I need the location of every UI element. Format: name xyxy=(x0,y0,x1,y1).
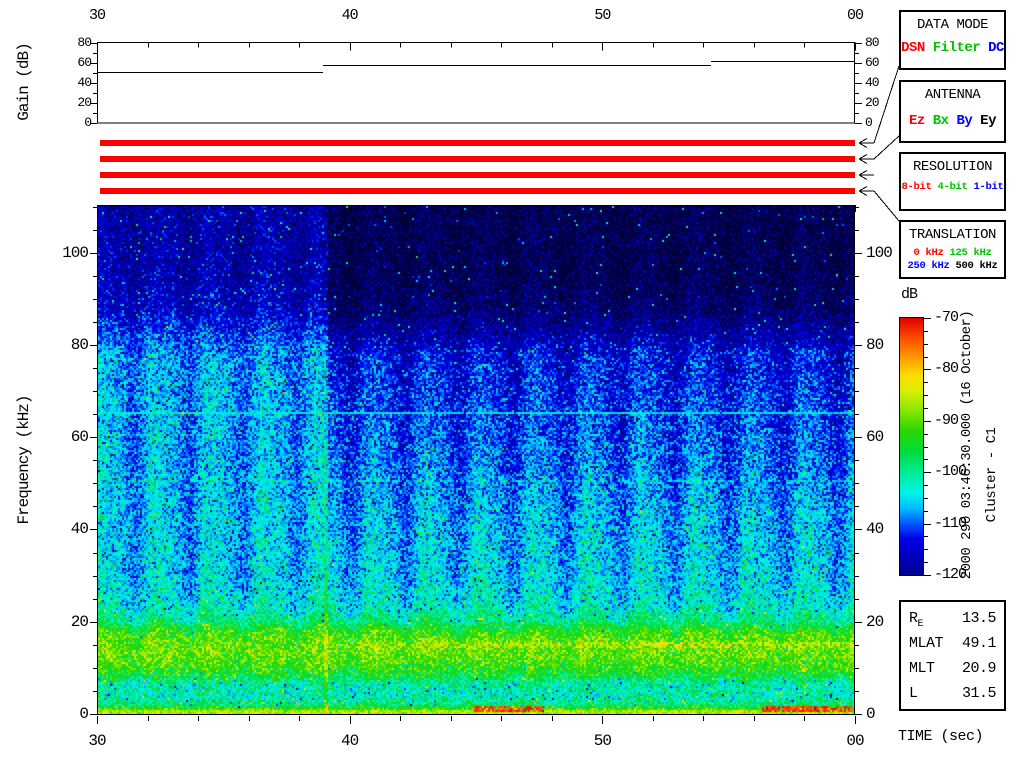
legend-item-by: By xyxy=(956,113,973,129)
translation-items-row1: 0 kHz 125 kHz xyxy=(901,247,1004,259)
data-mode-title: DATA MODE xyxy=(916,17,989,33)
gain-ytick-label-right: 40 xyxy=(865,74,880,90)
time-axis-title: TIME (sec) xyxy=(898,728,984,745)
spec-xtick-label: 40 xyxy=(341,732,359,750)
legend-item-ez: Ez xyxy=(909,113,925,129)
legend-item-4-bit: 4-bit xyxy=(937,181,968,193)
gain-ytick-label-right: 0 xyxy=(865,115,873,130)
gain-ytick-label-right: 60 xyxy=(865,54,880,70)
spec-ytick-label-right: 100 xyxy=(866,244,893,263)
legend-item-1-bit: 1-bit xyxy=(973,181,1004,193)
info-row-r: RE 13.5 xyxy=(909,610,997,630)
legend-item-125-khz: 125 kHz xyxy=(949,247,992,259)
gain-xtick-label: 40 xyxy=(341,7,359,24)
spacecraft-annotation: Cluster - C1 xyxy=(984,427,1000,523)
spec-ytick-label: 80 xyxy=(70,336,89,355)
status-bar-data-mode xyxy=(100,140,855,146)
colorbar-tick-label: -100 xyxy=(934,463,967,481)
info-row-mlat: MLAT 49.1 xyxy=(909,635,997,652)
antenna-title: ANTENNA xyxy=(924,87,981,103)
colorbar-tick-label: -90 xyxy=(934,411,959,429)
arrowhead-icon xyxy=(858,138,868,144)
datetime-annotation: 2000 290 03:46:30.000 (16 October) xyxy=(959,310,975,580)
info-row-l: L 31.5 xyxy=(909,685,997,702)
data-mode-box: DATA MODE DSN Filter DC xyxy=(899,10,1006,70)
resolution-items: 8-bit 4-bit 1-bit xyxy=(901,181,1004,193)
gain-xtick-label: 50 xyxy=(594,7,611,24)
antenna-box: ANTENNA Ez Bx By Ey xyxy=(899,80,1006,143)
orbit-info-box: RE 13.5 MLAT 49.1 MLT 20.9 L 31.5 xyxy=(899,600,1006,711)
legend-item-dsn: DSN xyxy=(901,40,925,56)
legend-item-filter: Filter xyxy=(932,40,981,56)
data-mode-items: DSN Filter DC xyxy=(901,40,1004,56)
translation-box: TRANSLATION 0 kHz 125 kHz 250 kHz 500 kH… xyxy=(899,220,1006,279)
spec-xtick-label: 00 xyxy=(846,732,864,750)
gain-xtick-label: 00 xyxy=(846,7,864,24)
legend-item-0-khz: 0 kHz xyxy=(913,247,944,259)
arrowhead-icon xyxy=(858,174,868,180)
gain-xtick-label: 30 xyxy=(88,7,106,24)
translation-title: TRANSLATION xyxy=(909,227,996,243)
colorbar-tick-label: -110 xyxy=(934,514,967,532)
gain-ytick-label: 80 xyxy=(77,34,92,50)
antenna-items: Ez Bx By Ey xyxy=(901,113,1004,129)
status-bar-resolution xyxy=(100,172,855,178)
legend-item-8-bit: 8-bit xyxy=(901,181,932,193)
spec-ytick-label-right: 60 xyxy=(866,428,884,447)
legend-item-500-khz: 500 kHz xyxy=(955,260,998,272)
spec-xtick-label: 30 xyxy=(88,732,106,750)
colorbar-tick-label: -80 xyxy=(934,360,959,378)
spec-ytick-label-right: 80 xyxy=(866,336,884,355)
gain-ytick-label: 20 xyxy=(77,94,92,110)
arrowhead-icon xyxy=(858,154,868,160)
arrowhead-icon xyxy=(858,142,868,148)
spec-ytick-label-right: 0 xyxy=(866,704,876,723)
gain-ytick-label: 60 xyxy=(77,54,92,70)
spectrogram-canvas xyxy=(98,206,854,714)
colorbar-canvas xyxy=(900,318,923,575)
arrowhead-icon xyxy=(858,190,868,196)
translation-items-row2: 250 kHz 500 kHz xyxy=(901,260,1004,272)
legend-item-250-khz: 250 kHz xyxy=(907,260,950,272)
spec-xtick-label: 50 xyxy=(593,732,612,750)
arrowhead-icon xyxy=(858,186,868,192)
info-row-mlt: MLT 20.9 xyxy=(909,660,997,677)
colorbar-tick-label: -120 xyxy=(934,566,967,583)
spectrogram-frame xyxy=(97,205,855,715)
status-bar-translation xyxy=(100,188,855,194)
connector-line-translation xyxy=(873,190,900,222)
gain-ytick-label: 40 xyxy=(77,74,92,90)
legend-item-ey: Ey xyxy=(980,113,996,129)
gain-ytick-label-right: 20 xyxy=(865,94,880,110)
spec-ytick-label: 60 xyxy=(70,428,89,447)
gain-ytick-label: 0 xyxy=(84,115,92,130)
gain-plot-border xyxy=(97,42,855,124)
frequency-axis-title: Frequency (kHz) xyxy=(15,395,33,525)
colorbar-title: dB xyxy=(901,286,918,303)
spec-ytick-label-right: 40 xyxy=(866,520,884,539)
wbd-plot-page: Gain (dB) Frequency (kHz) 2000 290 03:46… xyxy=(0,0,1024,768)
spec-ytick-label: 40 xyxy=(70,520,89,539)
legend-item-dc: DC xyxy=(988,40,1004,56)
resolution-box: RESOLUTION 8-bit 4-bit 1-bit xyxy=(899,152,1006,211)
spec-ytick-label: 20 xyxy=(70,612,89,631)
legend-item-bx: Bx xyxy=(932,113,949,129)
spec-ytick-label-right: 20 xyxy=(866,612,884,631)
resolution-title: RESOLUTION xyxy=(912,159,993,175)
spec-ytick-label: 100 xyxy=(62,244,89,263)
spec-ytick-label: 0 xyxy=(79,704,89,723)
colorbar-frame xyxy=(899,317,924,576)
arrowhead-icon xyxy=(858,158,868,164)
connector-line-antenna xyxy=(873,135,900,160)
status-bar-antenna xyxy=(100,156,855,162)
gain-ytick-label-right: 80 xyxy=(865,34,880,50)
colorbar-tick-label: -70 xyxy=(934,309,959,326)
arrowhead-icon xyxy=(858,170,868,176)
